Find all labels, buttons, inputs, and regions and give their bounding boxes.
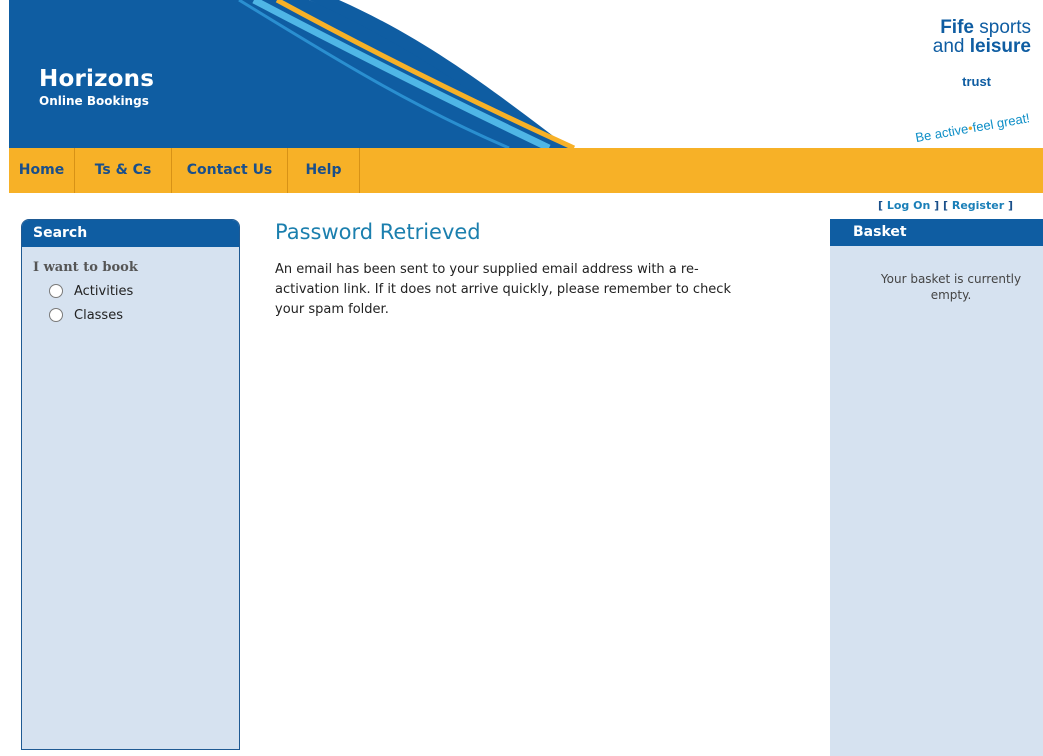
radio-label: Activities [74, 283, 134, 299]
nav-home[interactable]: Home [9, 148, 75, 193]
logo-text: sports [973, 17, 1031, 38]
header-banner: Horizons Online Bookings Fife sports and… [9, 0, 1043, 148]
basket-empty-message: Your basket is currently empty. [880, 272, 1022, 302]
main-nav: Home Ts & Cs Contact Us Help [9, 148, 1043, 193]
radio-option-activities[interactable]: Activities [49, 282, 133, 300]
confirmation-message: An email has been sent to your supplied … [275, 260, 795, 320]
basket-panel: Basket Your basket is currently empty. [830, 219, 1043, 756]
nav-terms[interactable]: Ts & Cs [75, 148, 172, 193]
site-title: Horizons [39, 66, 155, 92]
logo-text: Fife [940, 17, 974, 38]
page-title: Password Retrieved [275, 220, 481, 244]
radio-option-classes[interactable]: Classes [49, 306, 123, 324]
fife-sports-logo: Fife sports and leisure trust Be active•… [871, 17, 1031, 145]
logo-text: and [932, 36, 970, 57]
message-line: your spam folder. [275, 302, 389, 317]
message-line: activation link. If it does not arrive q… [275, 282, 731, 297]
search-panel-title: Search [22, 220, 239, 247]
log-on-link[interactable]: Log On [887, 199, 930, 212]
message-line: An email has been sent to your supplied … [275, 262, 699, 277]
radio-button[interactable] [49, 308, 63, 322]
nav-help[interactable]: Help [288, 148, 360, 193]
register-link[interactable]: Register [952, 199, 1004, 212]
radio-label: Classes [74, 307, 123, 323]
radio-button[interactable] [49, 284, 63, 298]
logo-trust-text: trust [962, 74, 991, 89]
site-subtitle: Online Bookings [39, 94, 149, 108]
basket-title: Basket [830, 219, 1043, 246]
search-panel: Search I want to book Activities Classes [21, 219, 240, 750]
nav-contact-us[interactable]: Contact Us [172, 148, 288, 193]
account-links: [ Log On ] [ Register ] [878, 199, 1013, 212]
logo-text: leisure [969, 36, 1031, 57]
booking-type-label: I want to book [33, 260, 138, 275]
